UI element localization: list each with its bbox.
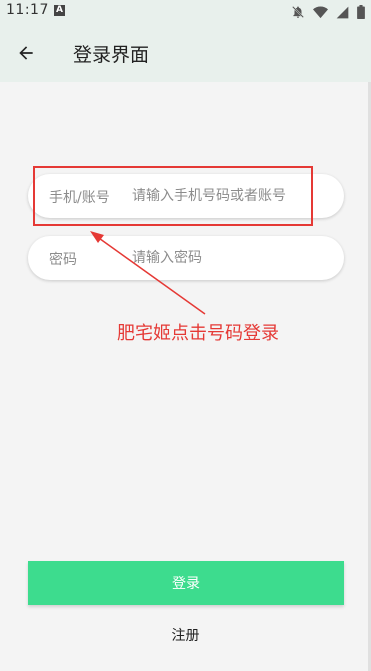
bell-off-icon (292, 6, 304, 18)
password-field: 密码 (28, 236, 344, 280)
login-screen: 11:17 A 登录界面 手机/账号 请输入手机号码或者账号 密码 肥宅姬点击号… (0, 0, 371, 671)
register-link[interactable]: 注册 (0, 625, 371, 645)
battery-icon (357, 5, 365, 19)
back-button[interactable] (12, 39, 40, 67)
password-input[interactable] (132, 247, 332, 269)
page-title: 登录界面 (73, 44, 150, 66)
annotation-text: 肥宅姬点击号码登录 (117, 323, 279, 344)
arrow-left-icon (19, 46, 33, 60)
status-time: 11:17 (6, 2, 49, 18)
app-bar: 登录界面 (0, 24, 371, 82)
status-bar: 11:17 A (0, 0, 371, 24)
notification-badge: A (54, 5, 65, 16)
annotation-highlight-box (33, 166, 313, 226)
status-icons (291, 3, 365, 21)
wifi-icon (313, 6, 328, 18)
signal-icon (336, 6, 349, 18)
password-label: 密码 (49, 252, 77, 268)
login-button[interactable]: 登录 (28, 561, 344, 605)
